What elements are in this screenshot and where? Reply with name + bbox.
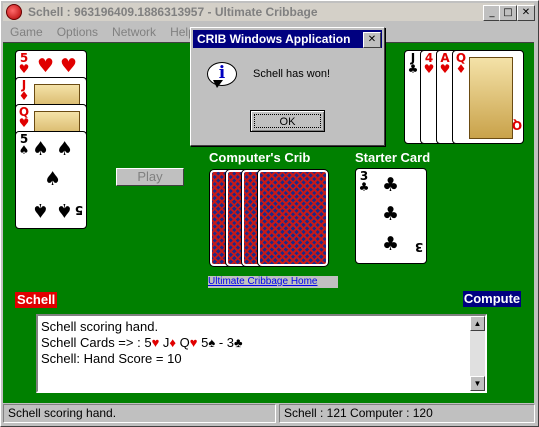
player-card-4[interactable]: 5 ♠ ♠ ♠ ♠ ♠ ♠ 5 xyxy=(15,131,87,229)
log-line: Schell Cards => : 5♥ J♦ Q♥ 5♠ - 3♣ xyxy=(41,335,243,350)
card-pip: ♥ xyxy=(37,55,55,77)
player-name-tag: Schell xyxy=(15,292,58,308)
crib-card-back xyxy=(258,170,328,266)
card-pip: ♣ xyxy=(382,233,400,255)
queen-face-art xyxy=(469,57,513,139)
scroll-up-arrow[interactable]: ▲ xyxy=(470,316,485,331)
dialog-title: CRIB Windows Application xyxy=(197,32,351,46)
title-bar: Schell : 963196409.1886313957 - Ultimate… xyxy=(3,3,534,21)
card-rank: 5 xyxy=(74,203,84,217)
card-suit: ♥ xyxy=(439,62,451,76)
window-title: Schell : 963196409.1886313957 - Ultimate… xyxy=(28,5,318,19)
card-pip: ♠ xyxy=(32,138,50,160)
card-suit: ♠ xyxy=(18,143,30,157)
computer-card-4[interactable]: Q ♦ Q xyxy=(452,50,524,144)
card-suit: ♥ xyxy=(423,62,435,76)
starter-label: Starter Card xyxy=(355,150,431,165)
starter-card: 3 ♣ ♣ ♣ ♣ 3 xyxy=(355,168,427,264)
menu-options[interactable]: Options xyxy=(57,25,98,39)
dialog-close-button[interactable]: ✕ xyxy=(363,32,381,48)
play-button[interactable]: Play xyxy=(116,168,184,186)
card-pip: ♠ xyxy=(56,138,74,160)
score-display: Schell : 121 Computer : 120 xyxy=(279,404,535,423)
card-pip: ♣ xyxy=(382,203,400,225)
card-pip: ♣ xyxy=(382,174,400,196)
card-suit: ♦ xyxy=(455,62,467,76)
game-log[interactable]: Schell scoring hand. Schell Cards => : 5… xyxy=(36,314,487,393)
card-suit: ♥ xyxy=(18,62,30,76)
close-button[interactable]: ✕ xyxy=(517,5,535,21)
scroll-down-arrow[interactable]: ▼ xyxy=(470,376,485,391)
win-dialog: CRIB Windows Application ✕ i Schell has … xyxy=(190,27,385,146)
home-link[interactable]: Ultimate Cribbage Home xyxy=(208,276,338,288)
log-line: Schell scoring hand. xyxy=(41,319,159,334)
log-line: Schell: Hand Score = 10 xyxy=(41,351,182,366)
card-suit: ♥ xyxy=(18,116,30,130)
ok-label: OK xyxy=(254,114,321,128)
log-scrollbar[interactable]: ▲ ▼ xyxy=(470,316,485,391)
status-message: Schell scoring hand. xyxy=(3,404,276,423)
app-icon[interactable] xyxy=(6,4,22,20)
crib-label: Computer's Crib xyxy=(209,150,311,165)
card-pip: ♥ xyxy=(60,55,78,77)
card-rank: Q xyxy=(511,118,523,132)
card-rank: 3 xyxy=(414,240,424,254)
card-suit: ♦ xyxy=(18,89,30,103)
maximize-button[interactable]: □ xyxy=(499,5,517,21)
info-icon: i xyxy=(207,62,237,88)
menu-network[interactable]: Network xyxy=(112,25,156,39)
card-pip: ♠ xyxy=(44,168,62,190)
card-pip: ♠ xyxy=(32,199,50,221)
dialog-message: Schell has won! xyxy=(253,68,331,80)
card-suit: ♣ xyxy=(407,62,419,76)
menu-game[interactable]: Game xyxy=(10,25,43,39)
card-pip: ♠ xyxy=(56,199,74,221)
ok-button[interactable]: OK xyxy=(250,110,325,132)
dialog-title-bar: CRIB Windows Application xyxy=(193,30,382,48)
computer-name-tag: Compute xyxy=(463,291,521,307)
card-suit: ♣ xyxy=(358,180,370,194)
